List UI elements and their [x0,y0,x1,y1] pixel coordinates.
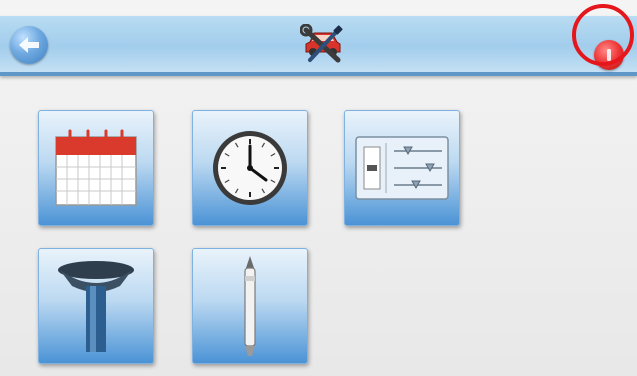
time-settings-tile[interactable] [192,110,308,226]
car-wrench-settings-icon [300,24,343,63]
back-button[interactable] [10,26,48,64]
stylus-pen-icon [244,256,256,356]
title-bar [0,16,637,76]
gps-antenna-settings-tile[interactable] [38,248,154,364]
back-arrow-icon [19,37,39,53]
antenna-mount-icon [58,261,134,352]
clock-icon [213,131,287,205]
stylus-settings-tile[interactable] [192,248,308,364]
date-settings-tile[interactable] [38,110,154,226]
calendar-icon [55,129,137,206]
adjustments-settings-tile[interactable] [344,110,460,226]
sliders-icon [355,136,449,200]
highlight-ring [572,4,634,66]
settings-screen [0,0,637,376]
